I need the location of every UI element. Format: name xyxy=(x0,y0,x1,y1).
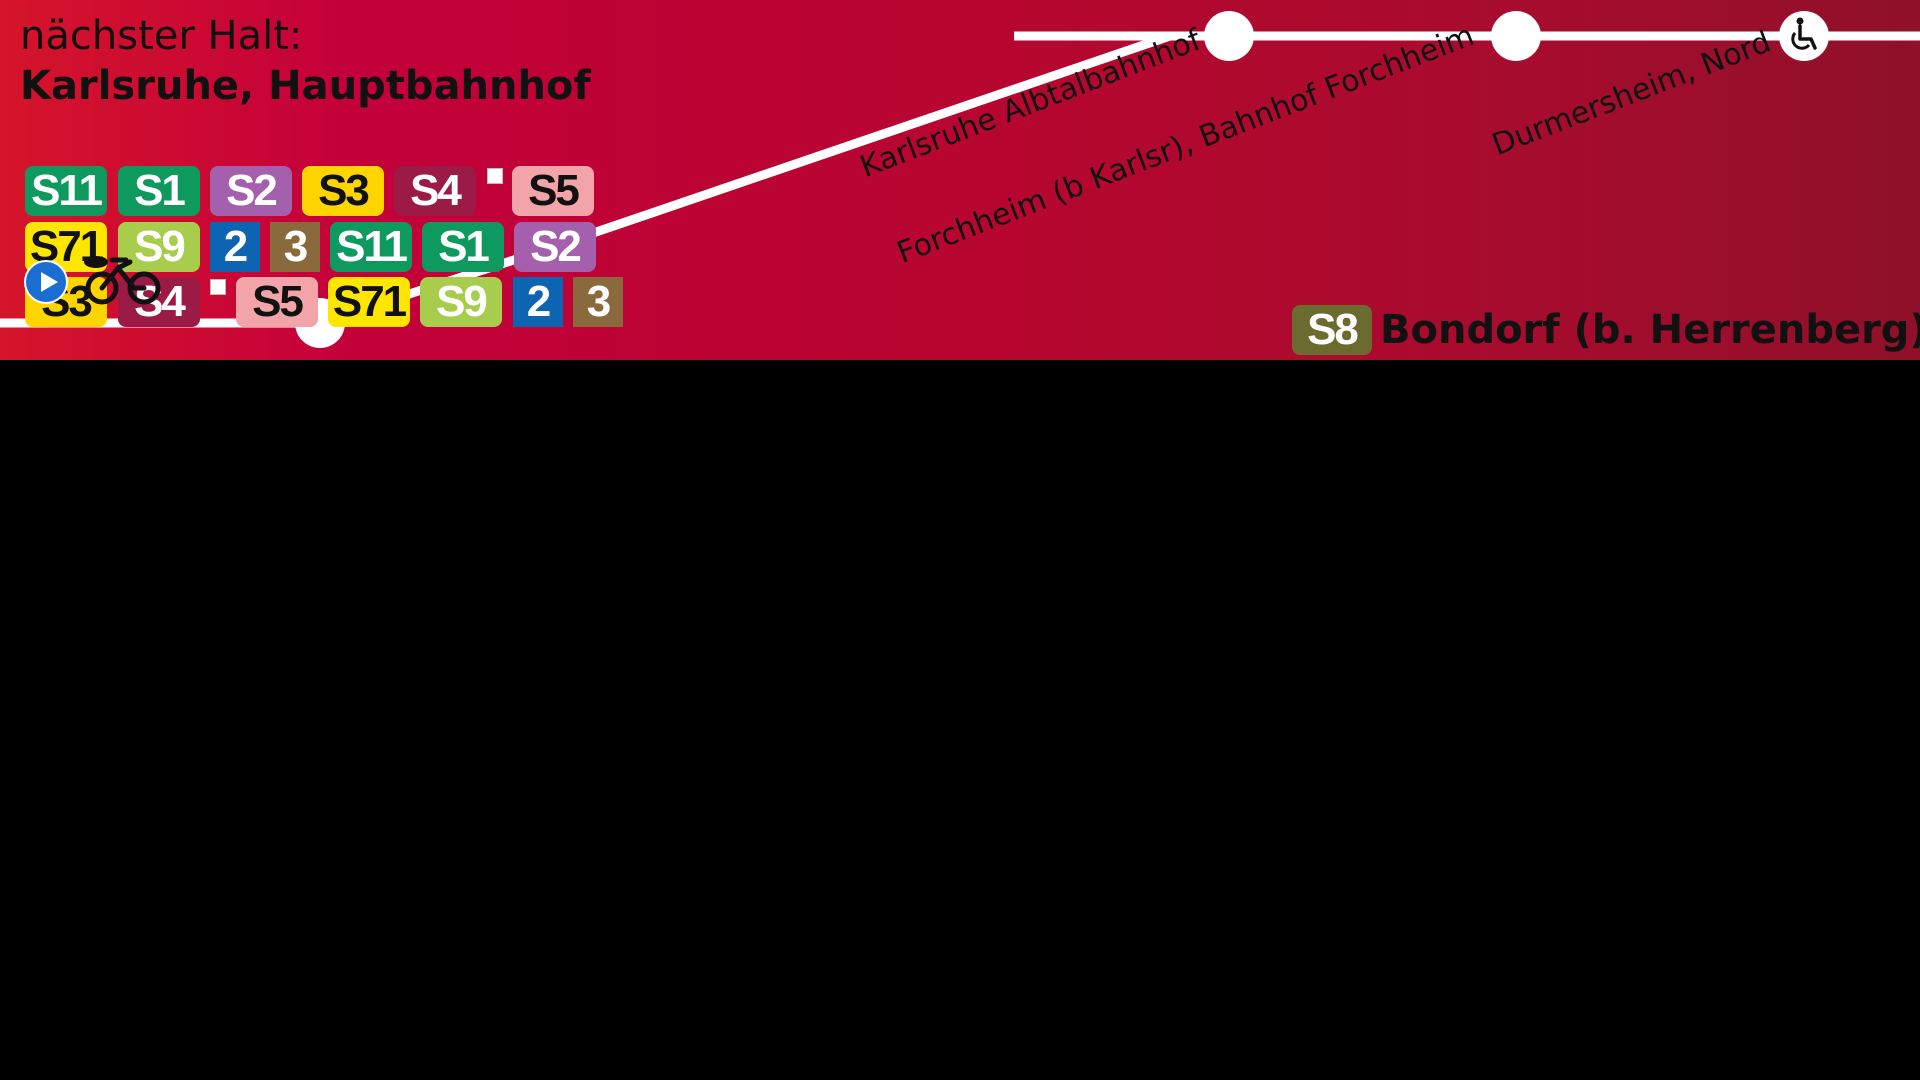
play-circle-icon[interactable] xyxy=(24,260,68,304)
wheelchair-icon xyxy=(1781,13,1825,57)
line-badge: S5 xyxy=(236,277,318,327)
next-stop-name: Karlsruhe, Hauptbahnhof xyxy=(20,63,591,109)
line-badge: S1 xyxy=(118,166,200,216)
line-badge: 2 xyxy=(210,222,260,272)
line-badge: S2 xyxy=(210,166,292,216)
station-dot-forchheim xyxy=(1491,11,1541,61)
line-badge: S11 xyxy=(330,222,412,272)
line-badge: S2 xyxy=(514,222,596,272)
route-banner: nächster Halt: Karlsruhe, Hauptbahnhof S… xyxy=(0,0,1920,360)
line-badge: S4 xyxy=(394,166,476,216)
bicycle-icon xyxy=(84,256,161,305)
line-badge: S11 xyxy=(25,166,107,216)
line-badge: S9 xyxy=(420,277,502,327)
line-badge: S71 xyxy=(328,277,410,327)
broken-image-icon xyxy=(210,279,226,295)
broken-image-icon xyxy=(487,168,503,184)
destination-name: Bondorf (b. Herrenberg) xyxy=(1380,307,1920,353)
line-badge: 3 xyxy=(270,222,320,272)
line-badge: 2 xyxy=(513,277,563,327)
line-badge: S3 xyxy=(302,166,384,216)
line-badge: 3 xyxy=(573,277,623,327)
line-badge: S5 xyxy=(512,166,594,216)
next-stop-label: nächster Halt: xyxy=(20,13,303,59)
station-dot-albtalbahnhof xyxy=(1204,11,1254,61)
line-badge: S1 xyxy=(422,222,504,272)
destination-line-badge: S8 xyxy=(1292,305,1372,355)
